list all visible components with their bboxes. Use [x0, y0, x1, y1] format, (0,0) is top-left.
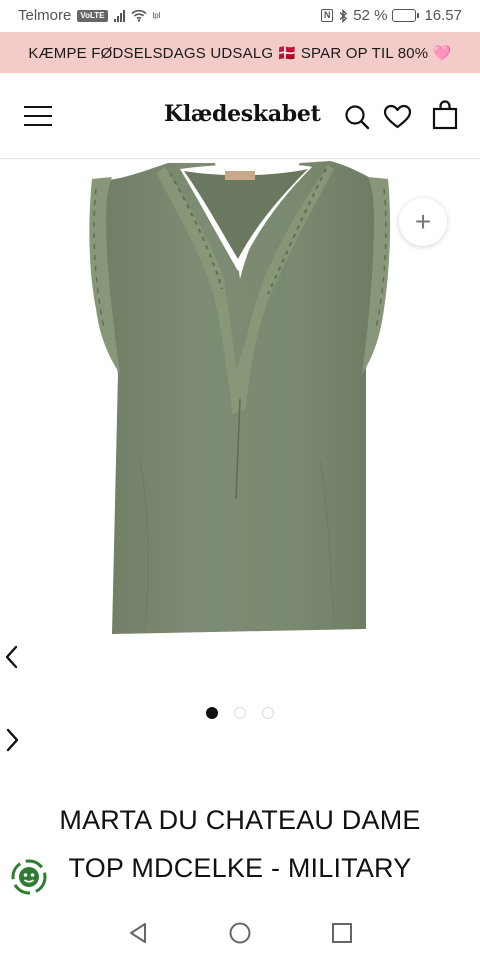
battery-icon [392, 9, 420, 22]
status-left: Telmore VoLTE lpl [18, 7, 161, 24]
gallery-dots [206, 707, 274, 719]
product-title: MARTA DU CHATEAU DAME TOP MDCELKE - MILI… [20, 796, 460, 892]
search-icon[interactable] [343, 103, 371, 131]
volte-icon: VoLTE [77, 9, 108, 22]
product-title-line-2: TOP MDCELKE - MILITARY [68, 853, 412, 883]
carrier-name: Telmore [18, 7, 72, 24]
promo-banner[interactable]: KÆMPE FØDSELSDAGS UDSALG 🇩🇰 SPAR OP TIL … [0, 32, 480, 73]
back-icon[interactable] [126, 921, 150, 945]
battery-level: 52 % [353, 7, 388, 24]
previous-image-arrow[interactable] [2, 644, 22, 670]
eco-badge-icon[interactable] [10, 858, 48, 896]
promo-text: KÆMPE FØDSELSDAGS UDSALG 🇩🇰 SPAR OP TIL … [28, 44, 452, 62]
next-image-arrow[interactable] [2, 727, 22, 753]
home-icon[interactable] [228, 921, 252, 945]
site-logo[interactable]: Klædeskabet [164, 101, 321, 127]
menu-icon[interactable] [24, 106, 52, 126]
bluetooth-icon [339, 8, 348, 23]
clock: 16.57 [424, 7, 462, 24]
system-nav-bar [0, 905, 480, 960]
heart-icon[interactable] [383, 103, 412, 131]
status-bar: Telmore VoLTE lpl N 52 % 16.57 [0, 0, 480, 32]
plus-icon: + [414, 206, 432, 237]
gallery-dot[interactable] [262, 707, 274, 719]
recents-icon[interactable] [330, 921, 354, 945]
wifi-icon [130, 9, 147, 22]
shopping-bag-icon[interactable] [431, 100, 459, 130]
signal-icon [113, 9, 125, 22]
site-header: Klædeskabet [0, 73, 480, 159]
nfc-icon: N [321, 9, 334, 22]
gallery-dot[interactable] [206, 707, 218, 719]
zoom-button[interactable]: + [399, 198, 447, 246]
gallery-dot[interactable] [234, 707, 246, 719]
product-title-line-1: MARTA DU CHATEAU DAME [59, 805, 421, 835]
data-indicator: lpl [152, 11, 161, 20]
status-right: N 52 % 16.57 [321, 7, 462, 24]
